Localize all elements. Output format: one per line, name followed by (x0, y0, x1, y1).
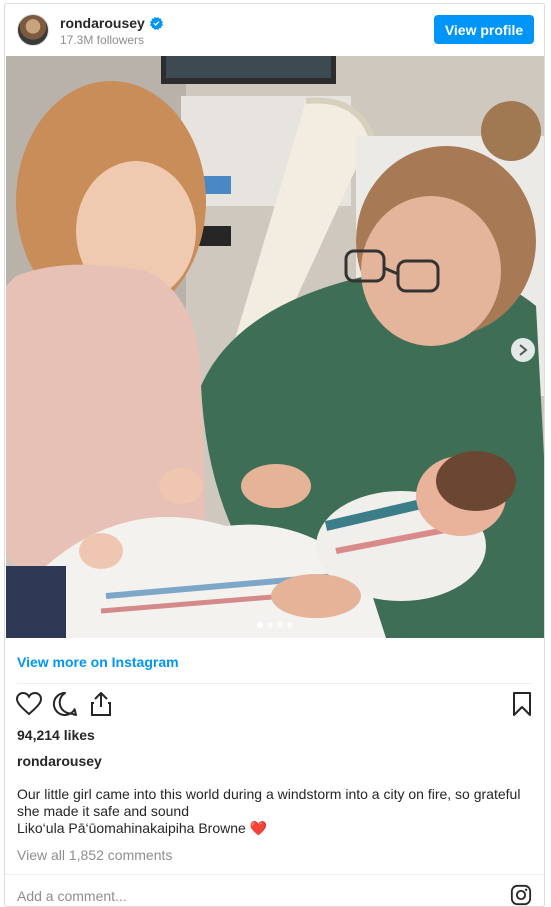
instagram-logo-icon[interactable] (510, 884, 532, 906)
share-icon (91, 692, 111, 716)
comment-button[interactable] (51, 690, 79, 718)
red-heart-emoji-icon: ❤️ (249, 820, 268, 836)
caption-name: Liko‘ula Pā‘ūomahinakaipiha Browne (17, 820, 246, 836)
comment-icon (52, 691, 77, 716)
view-profile-button[interactable]: View profile (434, 15, 534, 44)
add-comment-input[interactable]: Add a comment... (17, 888, 127, 904)
save-button[interactable] (508, 690, 536, 718)
heart-icon (16, 692, 42, 716)
carousel-dot (287, 622, 293, 628)
caption: Our little girl came into this world dur… (17, 786, 537, 837)
chevron-right-icon (519, 344, 528, 356)
view-more-link[interactable]: View more on Instagram (17, 654, 179, 670)
divider (17, 683, 532, 684)
follower-count: 17.3M followers (60, 33, 145, 47)
avatar[interactable] (17, 14, 49, 46)
action-bar (15, 690, 536, 720)
post-photo[interactable] (6, 56, 544, 638)
divider (5, 874, 544, 875)
caption-author[interactable]: rondarousey (17, 753, 102, 769)
caption-text: Our little girl came into this world dur… (17, 786, 521, 819)
username-row: rondarousey (60, 15, 163, 31)
bookmark-icon (513, 692, 531, 716)
carousel-dot (277, 622, 283, 628)
caption-name-line: Liko‘ula Pā‘ūomahinakaipiha Browne ❤️ (17, 820, 537, 837)
instagram-embed-card: rondarousey 17.3M followers View profile (4, 3, 545, 907)
carousel-indicator (6, 622, 544, 628)
share-button[interactable] (87, 690, 115, 718)
username[interactable]: rondarousey (60, 15, 145, 31)
carousel-dot (267, 622, 273, 628)
like-button[interactable] (15, 690, 43, 718)
like-count[interactable]: 94,214 likes (17, 727, 95, 743)
verified-badge-icon (149, 16, 163, 30)
post-header: rondarousey 17.3M followers View profile (5, 4, 544, 56)
view-all-comments-link[interactable]: View all 1,852 comments (17, 847, 172, 863)
carousel-next-button[interactable] (511, 338, 535, 362)
carousel-dot (257, 622, 263, 628)
photo-illustration (6, 56, 544, 638)
